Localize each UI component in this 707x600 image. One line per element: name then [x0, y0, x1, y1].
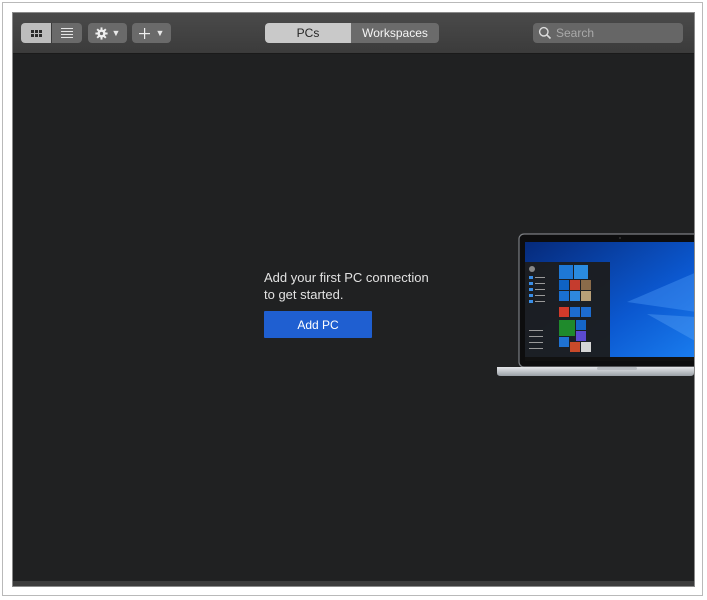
add-button[interactable]: ▼ — [132, 23, 171, 43]
empty-state-line-2: to get started. — [264, 287, 344, 302]
view-mode-segment — [21, 23, 82, 43]
search-input[interactable] — [556, 26, 676, 40]
chevron-down-icon: ▼ — [111, 28, 121, 38]
tab-workspaces[interactable]: Workspaces — [351, 23, 439, 43]
add-segment: ▼ — [132, 23, 171, 43]
empty-state-line-1: Add your first PC connection — [264, 270, 429, 285]
search-icon — [538, 26, 552, 40]
tab-bar: PCs Workspaces — [265, 23, 439, 43]
list-icon — [61, 28, 73, 38]
laptop-illustration — [497, 233, 694, 376]
plus-icon — [138, 27, 150, 39]
app-window: ▼ ▼ PCs Workspaces Add your fir — [13, 13, 694, 586]
toolbar: ▼ ▼ PCs Workspaces — [13, 13, 694, 54]
bottom-status-bar — [13, 581, 694, 586]
tab-pcs[interactable]: PCs — [265, 23, 351, 43]
settings-button[interactable]: ▼ — [88, 23, 127, 43]
empty-state: Add your first PC connection to get star… — [264, 269, 429, 338]
gear-icon — [94, 26, 108, 40]
grid-icon — [30, 29, 42, 37]
list-view-button[interactable] — [51, 23, 82, 43]
chevron-down-icon: ▼ — [155, 28, 165, 38]
grid-view-button[interactable] — [21, 23, 51, 43]
search-box[interactable] — [533, 23, 683, 43]
add-pc-button[interactable]: Add PC — [264, 311, 372, 338]
settings-segment: ▼ — [88, 23, 127, 43]
